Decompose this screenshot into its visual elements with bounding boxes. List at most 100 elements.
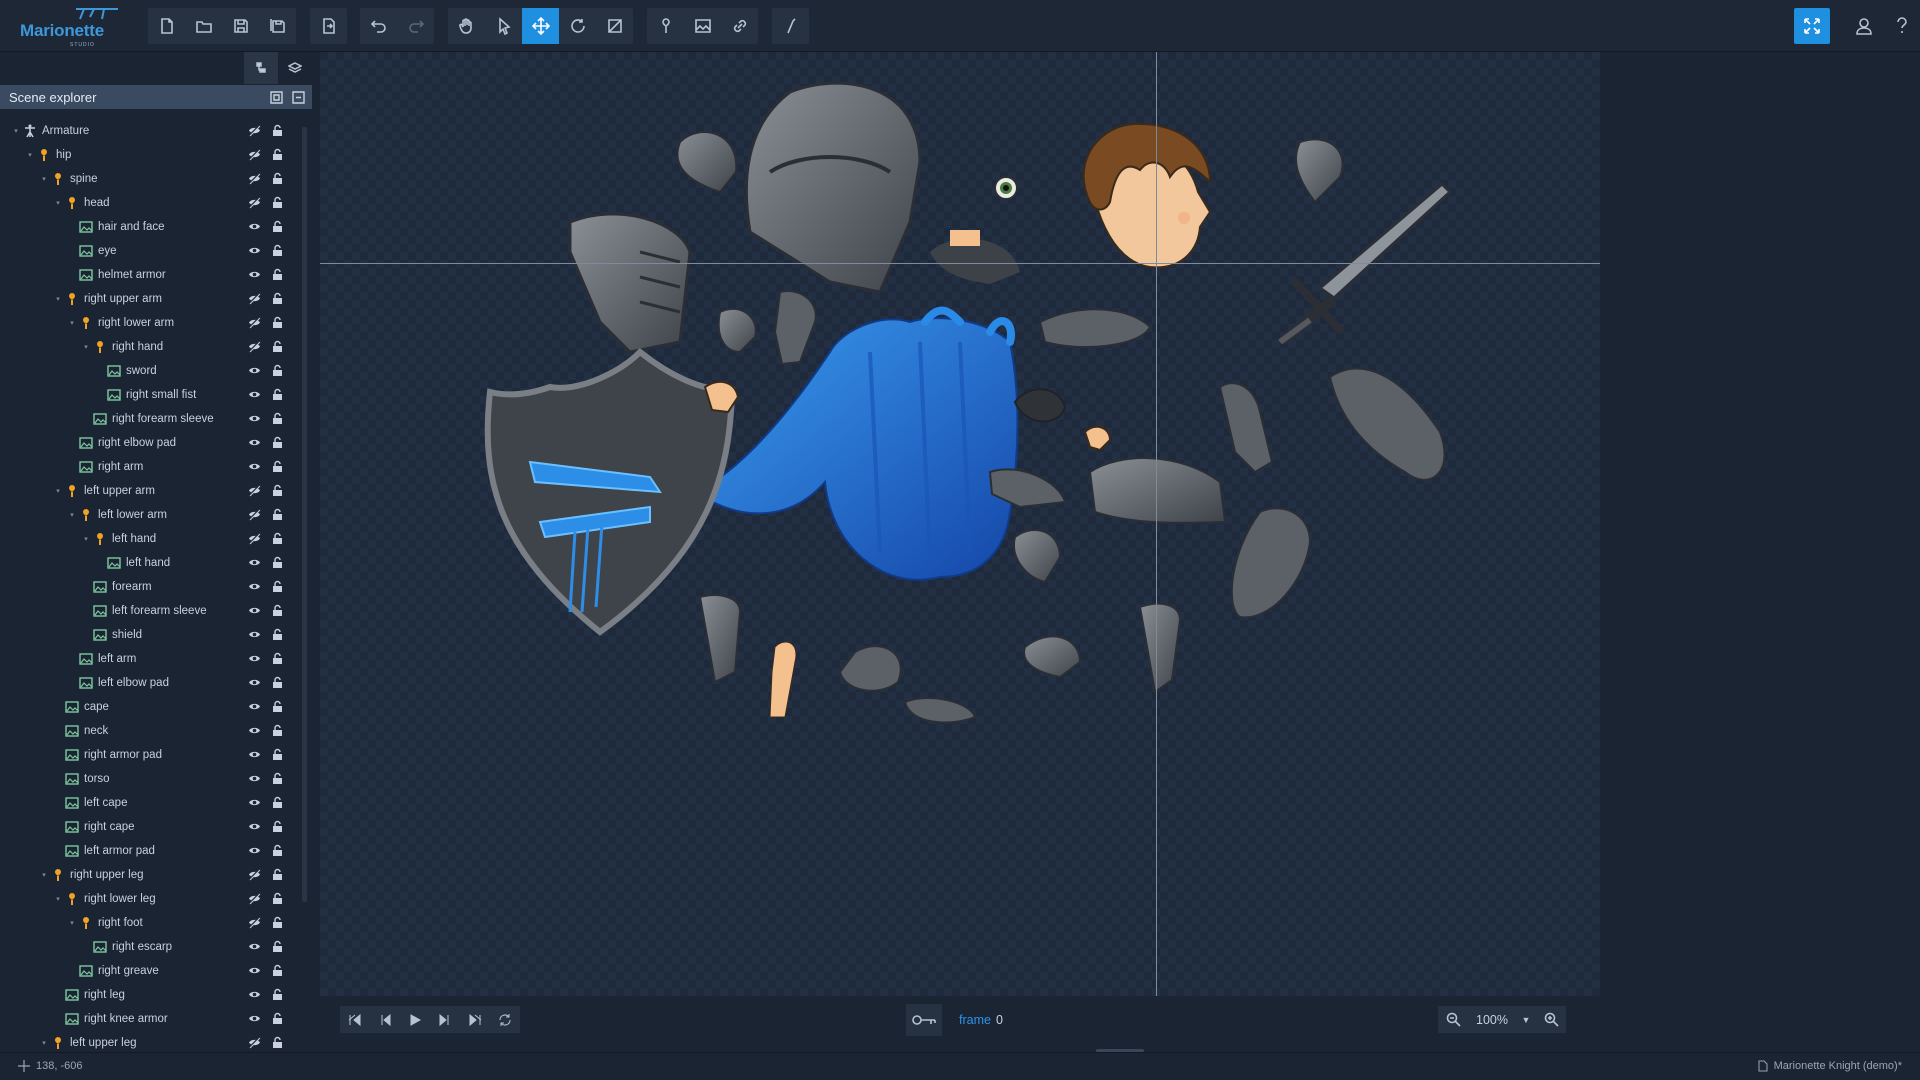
- lock-icon[interactable]: [271, 460, 284, 473]
- bone-visibility-icon[interactable]: [248, 1036, 261, 1049]
- play-button[interactable]: [400, 1006, 430, 1033]
- right-small-fist-sprite[interactable]: [1083, 425, 1112, 452]
- lock-icon[interactable]: [271, 556, 284, 569]
- expand-toggle-icon[interactable]: ▾: [82, 343, 90, 351]
- expand-toggle-icon[interactable]: ▾: [54, 487, 62, 495]
- visibility-eye-icon[interactable]: [248, 1012, 261, 1025]
- lock-icon[interactable]: [271, 172, 284, 185]
- shield-sprite[interactable]: [484, 347, 736, 636]
- tree-item-right-upper-arm[interactable]: ▾ right upper arm: [0, 287, 300, 311]
- save-as-button[interactable]: [259, 8, 296, 44]
- lock-icon[interactable]: [271, 628, 284, 641]
- eye-sprite[interactable]: [994, 176, 1018, 200]
- visibility-eye-icon[interactable]: [248, 628, 261, 641]
- visibility-eye-icon[interactable]: [248, 436, 261, 449]
- keyframe-button[interactable]: [906, 1004, 942, 1036]
- right-splitter[interactable]: [1600, 52, 1607, 1052]
- bone-visibility-icon[interactable]: [248, 892, 261, 905]
- undo-button[interactable]: [360, 8, 397, 44]
- visibility-eye-icon[interactable]: [248, 388, 261, 401]
- tree-scrollbar[interactable]: [302, 127, 307, 902]
- export-button[interactable]: [310, 8, 347, 44]
- right-knee-armor-sprite[interactable]: [1218, 382, 1274, 474]
- lock-icon[interactable]: [271, 748, 284, 761]
- lock-icon[interactable]: [271, 724, 284, 737]
- tree-item-right-greave[interactable]: right greave: [0, 959, 300, 983]
- tree-item-head[interactable]: ▾ head: [0, 191, 300, 215]
- tree-item-hair-and-face[interactable]: hair and face: [0, 215, 300, 239]
- loop-button[interactable]: [490, 1006, 520, 1033]
- bone-visibility-icon[interactable]: [248, 124, 261, 137]
- bone-visibility-icon[interactable]: [248, 292, 261, 305]
- visibility-eye-icon[interactable]: [248, 244, 261, 257]
- lock-icon[interactable]: [271, 844, 284, 857]
- open-button[interactable]: [185, 8, 222, 44]
- tree-item-shield[interactable]: shield: [0, 623, 300, 647]
- expand-toggle-icon[interactable]: ▾: [68, 319, 76, 327]
- right-arm-sprite[interactable]: [769, 641, 797, 718]
- left-greave-sprite[interactable]: [1138, 602, 1182, 694]
- lock-icon[interactable]: [271, 892, 284, 905]
- visibility-eye-icon[interactable]: [248, 940, 261, 953]
- lock-icon[interactable]: [271, 868, 284, 881]
- expand-toggle-icon[interactable]: ▾: [82, 535, 90, 543]
- tree-item-Armature[interactable]: ▾ Armature: [0, 119, 300, 143]
- lock-icon[interactable]: [271, 700, 284, 713]
- visibility-eye-icon[interactable]: [248, 844, 261, 857]
- tree-item-left-elbow-pad[interactable]: left elbow pad: [0, 671, 300, 695]
- lock-icon[interactable]: [271, 1036, 284, 1049]
- visibility-eye-icon[interactable]: [248, 604, 261, 617]
- neck-skin-sprite[interactable]: [950, 230, 980, 246]
- canvas-viewport[interactable]: [320, 52, 1600, 996]
- expand-toggle-icon[interactable]: ▾: [68, 919, 76, 927]
- visibility-eye-icon[interactable]: [248, 988, 261, 1001]
- first-frame-button[interactable]: [340, 1006, 370, 1033]
- bone-visibility-icon[interactable]: [248, 148, 261, 161]
- tree-item-torso[interactable]: torso: [0, 767, 300, 791]
- lock-icon[interactable]: [271, 292, 284, 305]
- expand-toggle-icon[interactable]: ▾: [26, 151, 34, 159]
- move-tool-button[interactable]: [522, 8, 559, 44]
- bone-visibility-icon[interactable]: [248, 316, 261, 329]
- visibility-eye-icon[interactable]: [248, 268, 261, 281]
- fullscreen-button[interactable]: [1794, 8, 1830, 44]
- bone-visibility-icon[interactable]: [248, 196, 261, 209]
- right-leg-sprite[interactable]: [1328, 367, 1446, 481]
- layers-tab[interactable]: [278, 52, 312, 84]
- zoom-value[interactable]: 100%: [1468, 1013, 1516, 1027]
- lock-icon[interactable]: [271, 388, 284, 401]
- right-elbow-pad-sprite[interactable]: [1038, 308, 1152, 348]
- lock-icon[interactable]: [271, 148, 284, 161]
- ik-button[interactable]: [772, 8, 809, 44]
- tree-item-sword[interactable]: sword: [0, 359, 300, 383]
- visibility-eye-icon[interactable]: [248, 796, 261, 809]
- lock-icon[interactable]: [271, 412, 284, 425]
- lock-icon[interactable]: [271, 244, 284, 257]
- tree-item-left-upper-arm[interactable]: ▾ left upper arm: [0, 479, 300, 503]
- lock-icon[interactable]: [271, 196, 284, 209]
- save-button[interactable]: [222, 8, 259, 44]
- lock-icon[interactable]: [271, 820, 284, 833]
- expand-toggle-icon[interactable]: ▾: [68, 511, 76, 519]
- select-tool-button[interactable]: [485, 8, 522, 44]
- next-frame-button[interactable]: [430, 1006, 460, 1033]
- lock-icon[interactable]: [271, 940, 284, 953]
- lock-icon[interactable]: [271, 580, 284, 593]
- hair-and-face-sprite[interactable]: [1082, 122, 1212, 269]
- bone-visibility-icon[interactable]: [248, 868, 261, 881]
- lock-icon[interactable]: [271, 316, 284, 329]
- lock-icon[interactable]: [271, 652, 284, 665]
- tree-item-left-forearm-sleeve[interactable]: left forearm sleeve: [0, 599, 300, 623]
- tree-item-left-hand[interactable]: ▾ left hand: [0, 527, 300, 551]
- visibility-eye-icon[interactable]: [248, 676, 261, 689]
- bone-visibility-icon[interactable]: [248, 508, 261, 521]
- lock-icon[interactable]: [271, 124, 284, 137]
- tree-item-right-upper-leg[interactable]: ▾ right upper leg: [0, 863, 300, 887]
- account-button[interactable]: [1846, 8, 1882, 44]
- redo-button[interactable]: [397, 8, 434, 44]
- lock-icon[interactable]: [271, 796, 284, 809]
- hierarchy-tab[interactable]: [244, 52, 278, 84]
- tree-item-left-cape[interactable]: left cape: [0, 791, 300, 815]
- tree-item-right-elbow-pad[interactable]: right elbow pad: [0, 431, 300, 455]
- tree-item-left-armor-pad[interactable]: left armor pad: [0, 839, 300, 863]
